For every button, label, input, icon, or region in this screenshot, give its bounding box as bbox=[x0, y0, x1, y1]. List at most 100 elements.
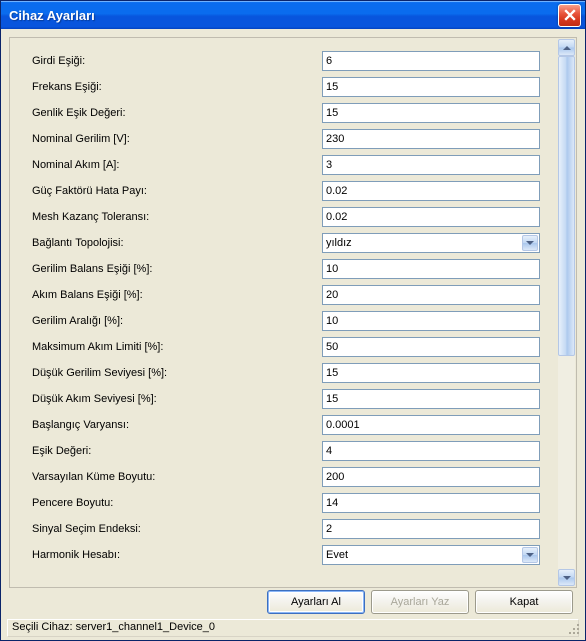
setting-field: yıldız bbox=[322, 233, 540, 253]
setting-row: Girdi Eşiği: bbox=[32, 48, 540, 74]
setting-row: Gerilim Aralığı [%]: bbox=[32, 308, 540, 334]
get-settings-button[interactable]: Ayarları Al bbox=[267, 590, 365, 614]
setting-row: Genlik Eşik Değeri: bbox=[32, 100, 540, 126]
setting-select[interactable]: yıldız bbox=[322, 233, 540, 253]
setting-row: Eşik Değeri: bbox=[32, 438, 540, 464]
setting-row: Bağlantı Topolojisi: yıldız bbox=[32, 230, 540, 256]
chevron-down-icon bbox=[526, 552, 534, 558]
settings-rows: Girdi Eşiği: Frekans Eşiği: Genlik Eşik De… bbox=[10, 38, 576, 572]
setting-label: Girdi Eşiği: bbox=[32, 55, 322, 67]
scroll-up-button[interactable] bbox=[558, 39, 575, 56]
setting-field bbox=[322, 103, 540, 123]
setting-field bbox=[322, 51, 540, 71]
setting-label: Akım Balans Eşiği [%]: bbox=[32, 289, 322, 301]
resize-grip[interactable] bbox=[567, 622, 581, 636]
setting-field bbox=[322, 363, 540, 383]
close-icon bbox=[564, 9, 576, 21]
status-bar: Seçili Cihaz: server1_channel1_Device_0 bbox=[3, 618, 583, 638]
setting-input[interactable] bbox=[322, 77, 540, 97]
setting-field bbox=[322, 259, 540, 279]
setting-input[interactable] bbox=[322, 259, 540, 279]
select-dropdown-button[interactable] bbox=[522, 235, 538, 251]
setting-label: Düşük Gerilim Seviyesi [%]: bbox=[32, 367, 322, 379]
setting-input[interactable] bbox=[322, 519, 540, 539]
setting-row: Gerilim Balans Eşiği [%]: bbox=[32, 256, 540, 282]
setting-row: Başlangıç Varyansı: bbox=[32, 412, 540, 438]
setting-label: Frekans Eşiği: bbox=[32, 81, 322, 93]
chevron-down-icon bbox=[526, 240, 534, 246]
setting-row: Nominal Akım [A]: bbox=[32, 152, 540, 178]
dialog-window: Cihaz Ayarları Girdi Eşiği: Frekans Eşiği… bbox=[0, 0, 586, 641]
setting-label: Başlangıç Varyansı: bbox=[32, 419, 322, 431]
chevron-up-icon bbox=[563, 45, 571, 51]
setting-input[interactable] bbox=[322, 467, 540, 487]
setting-row: Pencere Boyutu: bbox=[32, 490, 540, 516]
client-area: Girdi Eşiği: Frekans Eşiği: Genlik Eşik De… bbox=[1, 29, 585, 640]
setting-label: Harmonik Hesabı: bbox=[32, 549, 322, 561]
setting-input[interactable] bbox=[322, 51, 540, 71]
setting-label: Sinyal Seçim Endeksi: bbox=[32, 523, 322, 535]
setting-field bbox=[322, 207, 540, 227]
setting-field: Evet bbox=[322, 545, 540, 565]
scroll-thumb[interactable] bbox=[558, 56, 575, 356]
setting-field bbox=[322, 519, 540, 539]
setting-label: Güç Faktörü Hata Payı: bbox=[32, 185, 322, 197]
settings-panel: Girdi Eşiği: Frekans Eşiği: Genlik Eşik De… bbox=[9, 37, 577, 588]
setting-row: Akım Balans Eşiği [%]: bbox=[32, 282, 540, 308]
setting-field bbox=[322, 311, 540, 331]
setting-input[interactable] bbox=[322, 493, 540, 513]
chevron-down-icon bbox=[563, 575, 571, 581]
setting-label: Mesh Kazanç Toleransı: bbox=[32, 211, 322, 223]
setting-label: Pencere Boyutu: bbox=[32, 497, 322, 509]
setting-input[interactable] bbox=[322, 285, 540, 305]
setting-field bbox=[322, 129, 540, 149]
setting-field bbox=[322, 181, 540, 201]
setting-select[interactable]: Evet bbox=[322, 545, 540, 565]
setting-row: Sinyal Seçim Endeksi: bbox=[32, 516, 540, 542]
setting-field bbox=[322, 155, 540, 175]
setting-label: Maksimum Akım Limiti [%]: bbox=[32, 341, 322, 353]
setting-label: Genlik Eşik Değeri: bbox=[32, 107, 322, 119]
setting-field bbox=[322, 415, 540, 435]
close-dialog-button[interactable]: Kapat bbox=[475, 590, 573, 614]
setting-field bbox=[322, 77, 540, 97]
select-value: Evet bbox=[326, 549, 348, 561]
setting-row: Düşük Akım Seviyesi [%]: bbox=[32, 386, 540, 412]
scroll-down-button[interactable] bbox=[558, 569, 575, 586]
setting-input[interactable] bbox=[322, 181, 540, 201]
setting-field bbox=[322, 337, 540, 357]
setting-input[interactable] bbox=[322, 155, 540, 175]
setting-input[interactable] bbox=[322, 207, 540, 227]
setting-row: Mesh Kazanç Toleransı: bbox=[32, 204, 540, 230]
setting-input[interactable] bbox=[322, 389, 540, 409]
setting-input[interactable] bbox=[322, 311, 540, 331]
setting-input[interactable] bbox=[322, 129, 540, 149]
window-title: Cihaz Ayarları bbox=[9, 8, 558, 23]
setting-row: Güç Faktörü Hata Payı: bbox=[32, 178, 540, 204]
setting-input[interactable] bbox=[322, 337, 540, 357]
setting-input[interactable] bbox=[322, 441, 540, 461]
setting-row: Düşük Gerilim Seviyesi [%]: bbox=[32, 360, 540, 386]
setting-field bbox=[322, 441, 540, 461]
select-dropdown-button[interactable] bbox=[522, 547, 538, 563]
setting-input[interactable] bbox=[322, 415, 540, 435]
setting-row: Nominal Gerilim [V]: bbox=[32, 126, 540, 152]
setting-input[interactable] bbox=[322, 103, 540, 123]
setting-label: Varsayılan Küme Boyutu: bbox=[32, 471, 322, 483]
vertical-scrollbar[interactable] bbox=[557, 39, 575, 586]
setting-field bbox=[322, 389, 540, 409]
setting-field bbox=[322, 493, 540, 513]
setting-label: Bağlantı Topolojisi: bbox=[32, 237, 322, 249]
setting-label: Eşik Değeri: bbox=[32, 445, 322, 457]
title-bar[interactable]: Cihaz Ayarları bbox=[1, 1, 585, 29]
setting-label: Düşük Akım Seviyesi [%]: bbox=[32, 393, 322, 405]
setting-field bbox=[322, 467, 540, 487]
setting-input[interactable] bbox=[322, 363, 540, 383]
select-value: yıldız bbox=[326, 237, 352, 249]
scroll-area: Girdi Eşiği: Frekans Eşiği: Genlik Eşik De… bbox=[10, 38, 576, 587]
set-settings-button[interactable]: Ayarları Yaz bbox=[371, 590, 469, 614]
setting-row: Varsayılan Küme Boyutu: bbox=[32, 464, 540, 490]
setting-row: Harmonik Hesabı: Evet bbox=[32, 542, 540, 568]
setting-row: Maksimum Akım Limiti [%]: bbox=[32, 334, 540, 360]
close-button[interactable] bbox=[558, 4, 581, 27]
